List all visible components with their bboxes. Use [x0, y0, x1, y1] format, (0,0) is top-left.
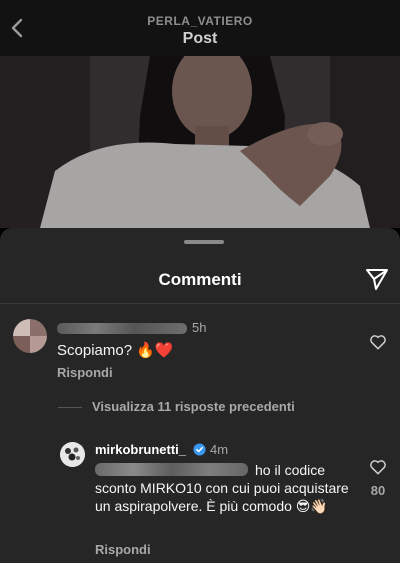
avatar[interactable]	[13, 319, 47, 353]
reply-button[interactable]: Rispondi	[57, 365, 113, 380]
redacted-username	[57, 323, 187, 334]
view-replies-label: Visualizza 11 risposte precedenti	[92, 399, 295, 414]
page-title: Post	[182, 30, 218, 47]
divider	[0, 303, 400, 304]
drag-handle[interactable]	[184, 240, 224, 244]
post-author-username[interactable]: PERLA_VATIERO	[0, 14, 400, 28]
reply-text: ho il codice sconto MIRKO10 con cui puoi…	[95, 462, 349, 514]
comment-text: Scopiamo? 🔥❤️	[57, 342, 174, 359]
send-icon[interactable]	[364, 266, 390, 292]
verified-badge-icon	[193, 443, 206, 456]
post-image	[0, 56, 400, 228]
reply-button[interactable]: Rispondi	[95, 542, 151, 557]
sheet-title: Commenti	[158, 270, 242, 289]
post-photo-illustration	[0, 56, 400, 228]
like-count: 80	[370, 483, 386, 498]
comments-sheet: Commenti 5h Scopiamo? 🔥❤️ Rispondi Visua…	[0, 228, 400, 563]
avatar[interactable]	[60, 442, 85, 467]
reply-time: 4m	[210, 442, 229, 457]
top-bar: PERLA_VATIERO Post	[0, 0, 400, 56]
heart-outline-icon[interactable]	[368, 332, 388, 352]
comment-time: 5h	[192, 320, 207, 335]
replies-line	[58, 407, 82, 408]
reply-username[interactable]: mirkobrunetti_	[95, 442, 186, 457]
heart-outline-icon[interactable]	[368, 457, 388, 477]
